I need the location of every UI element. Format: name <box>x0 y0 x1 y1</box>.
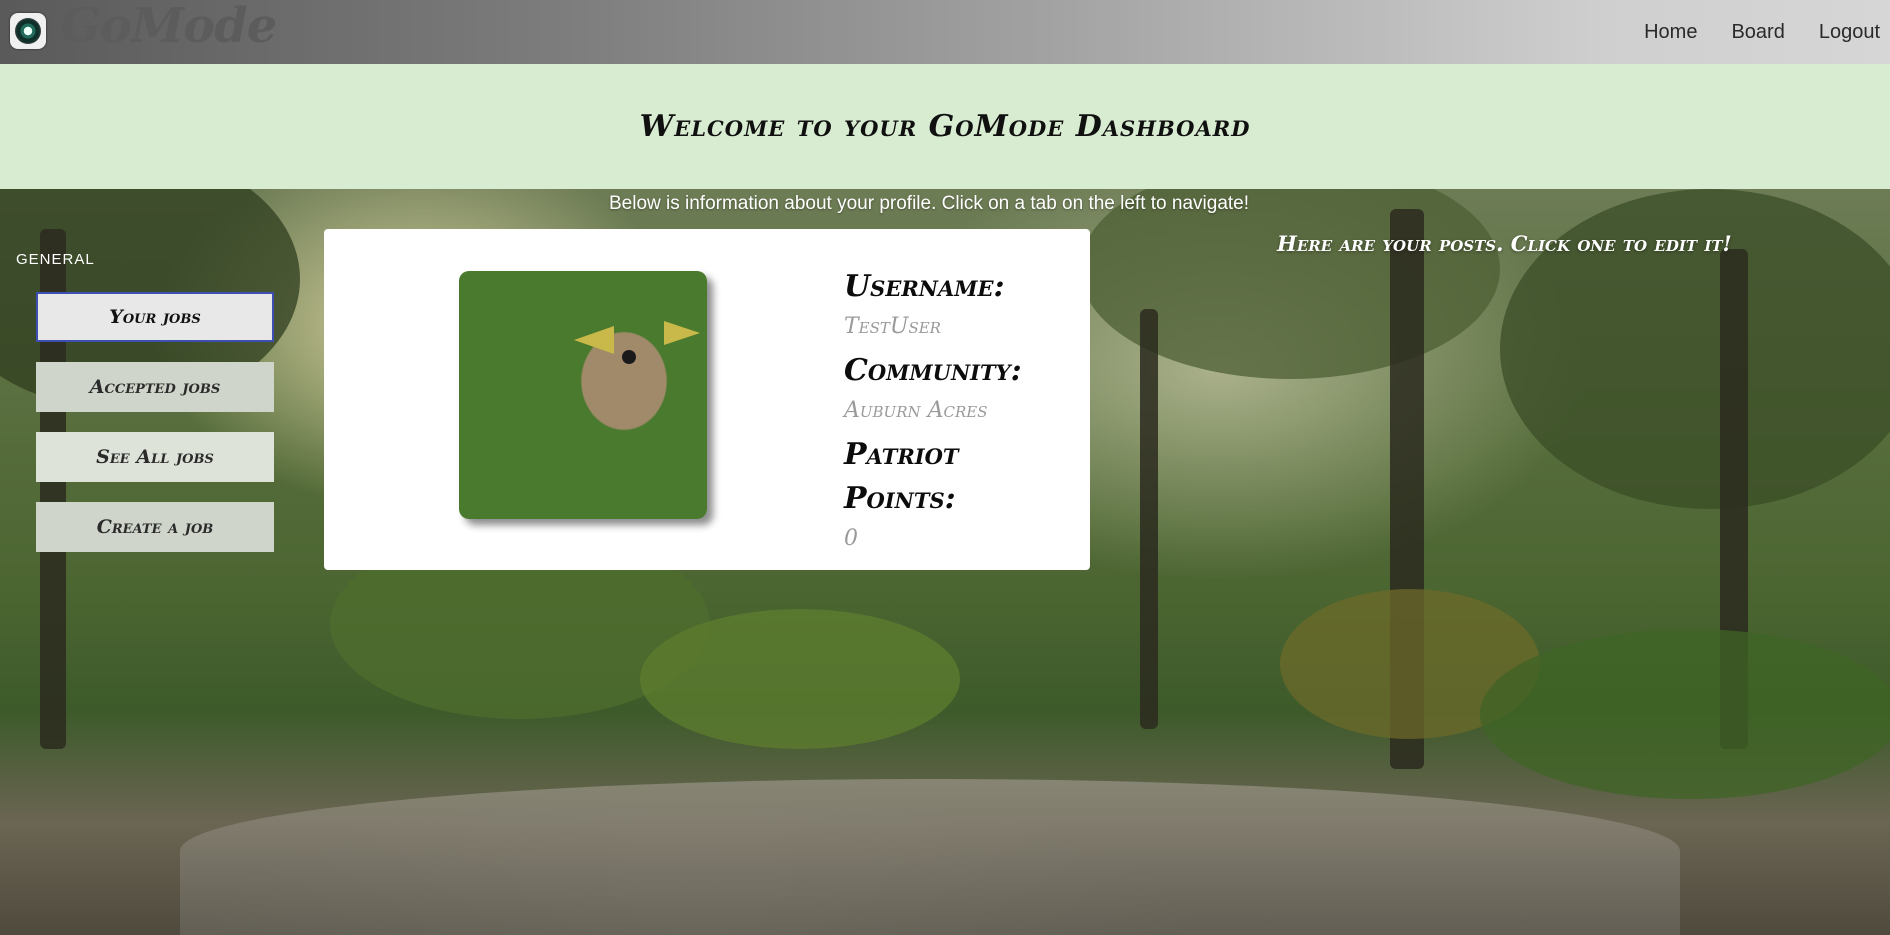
nav-board-link[interactable]: Board <box>1731 21 1784 44</box>
community-label: Community: <box>844 353 1022 388</box>
patriot-points-value: 0 <box>844 526 858 551</box>
sidebar-item-see-all-jobs[interactable]: See All jobs <box>36 432 274 482</box>
gomode-logo-icon[interactable] <box>10 13 46 49</box>
posts-note: Here are your posts. Click one to edit i… <box>1277 231 1732 256</box>
profile-subtitle: Below is information about your profile.… <box>608 193 1250 214</box>
nav-logout-link[interactable]: Logout <box>1819 21 1880 44</box>
dashboard-header: Welcome to your GoMode Dashboard <box>0 64 1890 189</box>
brand-name[interactable]: GoMode <box>60 0 277 54</box>
sidebar-item-accepted-jobs[interactable]: Accepted jobs <box>36 362 274 412</box>
community-value: Auburn Acres <box>844 398 988 423</box>
patriot-points-label-line2: Points: <box>844 481 956 516</box>
sidebar-item-create-job[interactable]: Create a job <box>36 502 274 552</box>
page-title: Welcome to your GoMode Dashboard <box>639 109 1251 144</box>
profile-card: Username: TestUser Community: Auburn Acr… <box>324 229 1090 570</box>
username-label: Username: <box>844 269 1005 304</box>
sidebar-section-general: GENERAL <box>16 251 95 268</box>
patriot-points-label-line1: Patriot <box>844 437 959 472</box>
nav-home-link[interactable]: Home <box>1644 21 1697 44</box>
sidebar-item-your-jobs[interactable]: Your jobs <box>36 292 274 342</box>
nav-links: Home Board Logout <box>1644 0 1880 64</box>
top-navbar: GoMode Home Board Logout <box>0 0 1890 64</box>
profile-info: Username: TestUser Community: Auburn Acr… <box>844 265 1044 561</box>
username-value: TestUser <box>844 314 941 339</box>
monster-avatar <box>459 271 707 519</box>
